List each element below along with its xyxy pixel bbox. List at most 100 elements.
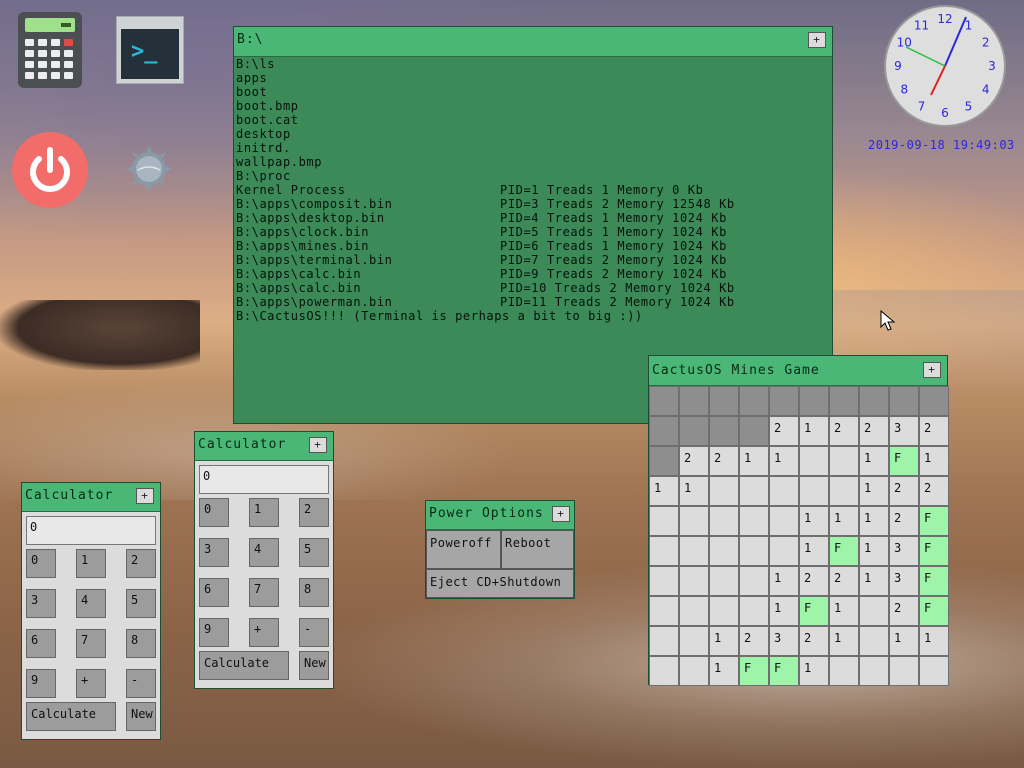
terminal-close-button[interactable]: + (808, 32, 826, 48)
mines-game-window[interactable]: CactusOS Mines Game + 21223222111F111122… (648, 355, 949, 686)
mines-cell[interactable]: 1 (769, 596, 799, 626)
calc-key-4[interactable]: 4 (76, 589, 106, 618)
calc-key-7[interactable]: 7 (76, 629, 106, 658)
power-options-window[interactable]: Power Options + Poweroff Reboot Eject CD… (425, 500, 575, 599)
mines-cell[interactable]: 1 (919, 446, 949, 476)
calc-key-3[interactable]: 3 (199, 538, 229, 567)
terminal-titlebar[interactable]: B:\ + (234, 27, 832, 57)
calc-key-3[interactable]: 3 (26, 589, 56, 618)
mines-cell[interactable]: 2 (919, 416, 949, 446)
mines-cell-hidden[interactable] (919, 386, 949, 416)
mines-cell[interactable] (739, 506, 769, 536)
mines-cell[interactable]: 2 (829, 416, 859, 446)
mines-cell[interactable]: 3 (889, 416, 919, 446)
calc-key-2[interactable]: 2 (299, 498, 329, 527)
calc-key-1[interactable]: 1 (76, 549, 106, 578)
mines-cell-flag[interactable]: F (919, 566, 949, 596)
calc-key-9[interactable]: 9 (26, 669, 56, 698)
mines-cell[interactable]: 1 (679, 476, 709, 506)
mines-cell-hidden[interactable] (889, 386, 919, 416)
calculator-app-icon[interactable] (18, 12, 82, 88)
mines-titlebar[interactable]: CactusOS Mines Game + (649, 356, 947, 386)
mines-cell[interactable]: 1 (859, 566, 889, 596)
mines-cell[interactable]: 2 (799, 626, 829, 656)
mines-cell[interactable] (649, 596, 679, 626)
terminal-app-icon[interactable]: >_ (116, 16, 184, 84)
mines-cell[interactable] (769, 506, 799, 536)
mines-cell-hidden[interactable] (799, 386, 829, 416)
new-button[interactable]: New (299, 651, 329, 680)
mines-cell-flag[interactable]: F (919, 536, 949, 566)
mines-cell[interactable] (709, 506, 739, 536)
calculator-close-button[interactable]: + (136, 488, 154, 504)
mines-close-button[interactable]: + (923, 362, 941, 378)
calc-key-0[interactable]: 0 (26, 549, 56, 578)
calc-key-2[interactable]: 2 (126, 549, 156, 578)
mines-cell-hidden[interactable] (679, 386, 709, 416)
mines-cell[interactable]: 1 (919, 626, 949, 656)
mines-cell[interactable] (649, 506, 679, 536)
calc-key-9[interactable]: 9 (199, 618, 229, 647)
mines-cell-hidden[interactable] (709, 416, 739, 446)
mines-cell[interactable]: 2 (769, 416, 799, 446)
mines-cell[interactable]: 1 (859, 536, 889, 566)
mines-cell[interactable] (799, 446, 829, 476)
mines-cell[interactable]: 3 (889, 566, 919, 596)
poweroff-button[interactable]: Poweroff (426, 530, 501, 569)
mines-cell[interactable] (679, 596, 709, 626)
calc-key-6[interactable]: 6 (26, 629, 56, 658)
mines-cell[interactable]: 1 (769, 446, 799, 476)
mines-cell[interactable]: 1 (829, 626, 859, 656)
mines-cell[interactable]: 2 (799, 566, 829, 596)
mines-cell-hidden[interactable] (649, 446, 679, 476)
mines-cell[interactable]: 1 (709, 626, 739, 656)
mines-cell[interactable]: 1 (859, 446, 889, 476)
mines-cell[interactable]: 2 (889, 476, 919, 506)
mines-cell-hidden[interactable] (739, 416, 769, 446)
mines-cell[interactable] (649, 566, 679, 596)
mines-cell[interactable]: 1 (859, 506, 889, 536)
mines-cell[interactable]: 2 (739, 626, 769, 656)
mines-cell[interactable]: 1 (859, 476, 889, 506)
mines-cell[interactable] (739, 476, 769, 506)
calc-key-1[interactable]: 1 (249, 498, 279, 527)
mines-cell[interactable]: 3 (889, 536, 919, 566)
calc-key-plus[interactable]: + (76, 669, 106, 698)
new-button[interactable]: New (126, 702, 156, 731)
mines-cell[interactable] (859, 656, 889, 686)
mines-cell[interactable]: 2 (709, 446, 739, 476)
mines-cell[interactable]: 1 (889, 626, 919, 656)
power-options-titlebar[interactable]: Power Options + (426, 501, 574, 530)
mines-cell[interactable]: 1 (739, 446, 769, 476)
mines-cell[interactable] (739, 566, 769, 596)
mines-cell[interactable]: 1 (709, 656, 739, 686)
mines-cell[interactable] (679, 566, 709, 596)
mines-cell[interactable]: 1 (769, 566, 799, 596)
mines-cell[interactable]: 2 (859, 416, 889, 446)
mines-cell-flag[interactable]: F (829, 536, 859, 566)
reboot-button[interactable]: Reboot (501, 530, 574, 569)
mines-cell-hidden[interactable] (679, 416, 709, 446)
calculator-close-button[interactable]: + (309, 437, 327, 453)
mines-cell[interactable]: 1 (829, 506, 859, 536)
mines-cell[interactable] (919, 656, 949, 686)
mines-cell-hidden[interactable] (649, 416, 679, 446)
calc-key-8[interactable]: 8 (299, 578, 329, 607)
mines-cell[interactable]: 2 (829, 566, 859, 596)
calc-key-5[interactable]: 5 (299, 538, 329, 567)
calc-key-7[interactable]: 7 (249, 578, 279, 607)
mines-cell[interactable]: 1 (799, 536, 829, 566)
mines-cell[interactable]: 1 (799, 656, 829, 686)
calculator-titlebar[interactable]: Calculator + (22, 483, 160, 512)
calculator-window[interactable]: Calculator + 0 Calculate New 0 1 2 3 4 5 6 7 8 9 +… (21, 482, 161, 740)
mines-cell[interactable] (859, 626, 889, 656)
mines-cell[interactable] (739, 596, 769, 626)
mines-cell[interactable] (709, 536, 739, 566)
mines-cell[interactable] (709, 566, 739, 596)
mines-cell[interactable] (709, 476, 739, 506)
mines-cell[interactable] (649, 626, 679, 656)
mines-cell[interactable]: 1 (829, 596, 859, 626)
mines-cell[interactable] (649, 536, 679, 566)
mines-cell[interactable] (709, 596, 739, 626)
mines-cell[interactable] (649, 656, 679, 686)
